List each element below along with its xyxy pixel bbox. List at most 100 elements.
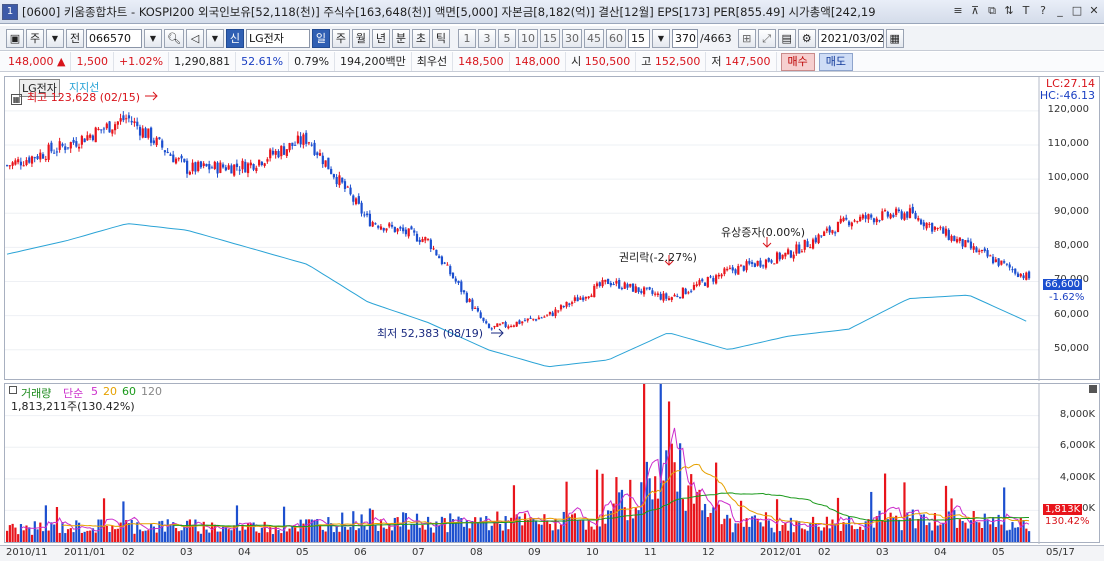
- volume-bar: [773, 532, 776, 542]
- candle-body: [25, 160, 28, 166]
- candle-body: [382, 227, 385, 231]
- minimize-icon[interactable]: _: [1052, 3, 1068, 19]
- volume-bar: [244, 529, 247, 542]
- volume-bar: [449, 513, 452, 542]
- restore-icon[interactable]: ⧉: [984, 3, 1000, 19]
- period-button[interactable]: 월: [351, 28, 370, 48]
- date-input[interactable]: 2021/03/02: [817, 28, 884, 48]
- volume-bar: [845, 524, 848, 542]
- volume-bar: [562, 511, 565, 542]
- chevron-down-icon[interactable]: ▼: [205, 28, 224, 48]
- period-button[interactable]: 분: [391, 28, 410, 48]
- volume-bar: [55, 507, 59, 542]
- candle-body: [72, 139, 75, 143]
- count-input[interactable]: 370: [671, 28, 698, 48]
- interval-button[interactable]: 5: [497, 28, 516, 48]
- interval-button[interactable]: 15: [539, 28, 560, 48]
- stock-code-input[interactable]: 066570: [86, 28, 142, 48]
- speaker-icon[interactable]: ◁: [185, 28, 204, 48]
- grid-icon[interactable]: ⊞: [737, 28, 756, 48]
- chevron-down-icon[interactable]: ▼: [144, 28, 162, 48]
- volume-bar: [679, 443, 682, 542]
- maximize-icon[interactable]: □: [1069, 3, 1085, 19]
- candle-body: [834, 232, 837, 234]
- layout-icon[interactable]: ⇅: [1001, 3, 1017, 19]
- volume-bar: [166, 519, 169, 542]
- candle-body: [14, 160, 17, 165]
- x-axis-label: 04: [934, 547, 947, 558]
- candle-body: [845, 217, 848, 220]
- table-icon[interactable]: ▦: [11, 94, 22, 105]
- period-button[interactable]: 년: [371, 28, 390, 48]
- candle-body: [379, 226, 383, 230]
- candle-body: [426, 238, 430, 240]
- volume-bar: [925, 525, 928, 542]
- interval-button[interactable]: 60: [605, 28, 626, 48]
- calendar-icon[interactable]: ▦: [885, 28, 904, 48]
- interval-button[interactable]: 3: [477, 28, 496, 48]
- interval-button[interactable]: 30: [561, 28, 582, 48]
- candle-body: [983, 248, 986, 252]
- layout-icon[interactable]: ▣: [6, 28, 24, 48]
- price-chart-panel[interactable]: LG전자 지지선 ▦ 최고 123,628 (02/15) 최저 52,383 …: [4, 76, 1101, 381]
- volume-bar: [903, 482, 906, 542]
- chevron-down-icon[interactable]: ▼: [651, 28, 670, 48]
- panel-close-icon[interactable]: [1089, 385, 1097, 393]
- stock-name-field[interactable]: LG전자: [245, 28, 310, 48]
- price-y-tick: 50,000: [1054, 342, 1089, 354]
- mode-select[interactable]: 주: [26, 28, 44, 48]
- volume-chart-svg[interactable]: [5, 384, 1101, 544]
- candle-body: [975, 247, 978, 253]
- period-button[interactable]: 초: [411, 28, 430, 48]
- candle-body: [640, 290, 643, 293]
- ma-period-label[interactable]: 20: [103, 385, 117, 398]
- candle-body: [271, 150, 275, 155]
- ma-period-label[interactable]: 120: [141, 385, 162, 398]
- candle-body: [515, 321, 518, 327]
- volume-chart-panel[interactable]: 거래량 단순 5 20 60 120 1,813,211주(130.42%) 8,00…: [4, 383, 1101, 544]
- period-button[interactable]: 주: [331, 28, 350, 48]
- volume-bar: [33, 521, 36, 542]
- ma-period-label[interactable]: 60: [122, 385, 136, 398]
- candle-body: [294, 144, 297, 146]
- interval-button[interactable]: 45: [583, 28, 604, 48]
- price-chart-svg[interactable]: [5, 77, 1101, 381]
- candle-body: [559, 305, 563, 310]
- period-button[interactable]: 틱: [431, 28, 450, 48]
- candle-body: [751, 262, 754, 264]
- interval-input[interactable]: 15: [627, 28, 650, 48]
- window-number[interactable]: 1: [2, 3, 18, 20]
- volume-bar: [230, 530, 233, 542]
- volume-bar: [919, 514, 923, 542]
- volume-bar: [180, 530, 183, 542]
- menu-icon[interactable]: ≡: [950, 3, 966, 19]
- sell-button[interactable]: 매도: [818, 52, 854, 71]
- volume-bar: [1022, 520, 1025, 542]
- ma-period-label[interactable]: 5: [91, 385, 98, 398]
- search-icon[interactable]: 🔍︎: [164, 28, 184, 48]
- volume-bar: [548, 523, 552, 542]
- interval-button[interactable]: 1: [457, 28, 476, 48]
- volume-bar: [645, 461, 648, 542]
- volume-bar: [385, 528, 388, 542]
- chevron-down-icon[interactable]: ▼: [46, 28, 64, 48]
- text-size-icon[interactable]: T: [1018, 3, 1034, 19]
- candle-body: [449, 266, 452, 275]
- buy-button[interactable]: 매수: [780, 52, 815, 71]
- volume-bar: [756, 518, 759, 542]
- close-icon[interactable]: ✕: [1086, 3, 1102, 19]
- event-rights-annotation: 권리락(-2.27%): [619, 251, 697, 264]
- volume-bar: [277, 530, 280, 542]
- panel-toggle-icon[interactable]: [9, 386, 17, 394]
- save-icon[interactable]: ▤: [777, 28, 796, 48]
- scale-icon[interactable]: ⤢: [757, 28, 776, 48]
- candle-body: [897, 209, 901, 212]
- help-icon[interactable]: ?: [1035, 3, 1051, 19]
- pin-icon[interactable]: ⊼: [967, 3, 983, 19]
- volume-bar: [967, 528, 970, 542]
- mode-select-2[interactable]: 전: [66, 28, 84, 48]
- candle-body: [665, 293, 668, 299]
- interval-button[interactable]: 10: [517, 28, 538, 48]
- gear-icon[interactable]: ⚙: [797, 28, 816, 48]
- period-button[interactable]: 일: [311, 28, 330, 48]
